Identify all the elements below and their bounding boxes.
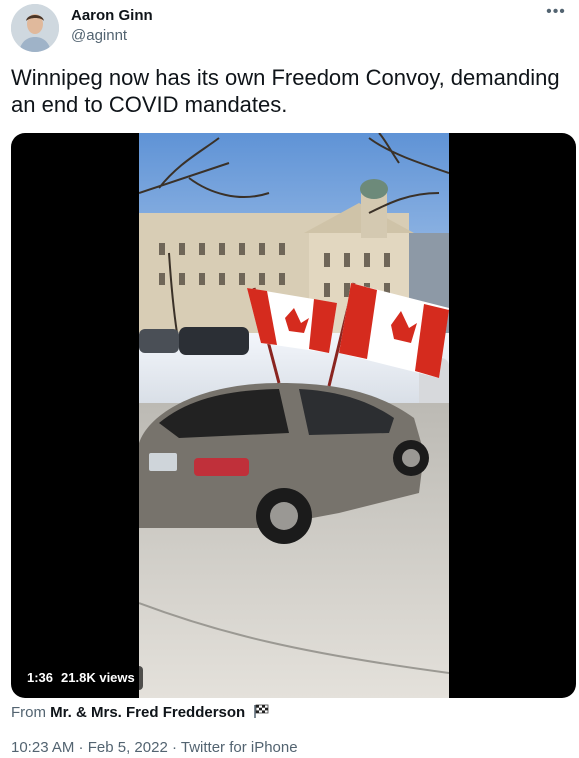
source-attribution: From Mr. & Mrs. Fred Fredderson xyxy=(11,703,269,723)
video-frame xyxy=(139,133,449,698)
checkered-flag-icon xyxy=(253,704,269,718)
author-block: Aaron Ginn @aginnt xyxy=(71,6,153,46)
tweet-date[interactable]: Feb 5, 2022 xyxy=(88,739,168,756)
video-views: 21.8K views xyxy=(61,670,135,685)
tweet-text: Winnipeg now has its own Freedom Convoy,… xyxy=(11,65,560,117)
meta-separator: · xyxy=(167,739,181,756)
more-options-icon[interactable]: ••• xyxy=(541,4,571,26)
source-prefix: From xyxy=(11,704,46,721)
source-name[interactable]: Mr. & Mrs. Fred Fredderson xyxy=(50,704,245,721)
meta-separator: · xyxy=(74,739,88,756)
video-duration: 1:36 xyxy=(27,670,54,685)
video-player[interactable]: 1:36 21.8K views xyxy=(11,133,576,698)
avatar-photo xyxy=(11,4,59,52)
tweet-meta: 10:23 AM · Feb 5, 2022 · Twitter for iPh… xyxy=(11,738,298,758)
tweet-time[interactable]: 10:23 AM xyxy=(11,739,74,756)
video-meta-badge: 1:36 21.8K views xyxy=(19,666,143,690)
avatar[interactable] xyxy=(11,4,59,52)
tweet-header: Aaron Ginn @aginnt ••• xyxy=(11,4,571,54)
tweet-client[interactable]: Twitter for iPhone xyxy=(181,739,298,756)
author-handle[interactable]: @aginnt xyxy=(71,26,153,46)
author-name[interactable]: Aaron Ginn xyxy=(71,6,153,26)
